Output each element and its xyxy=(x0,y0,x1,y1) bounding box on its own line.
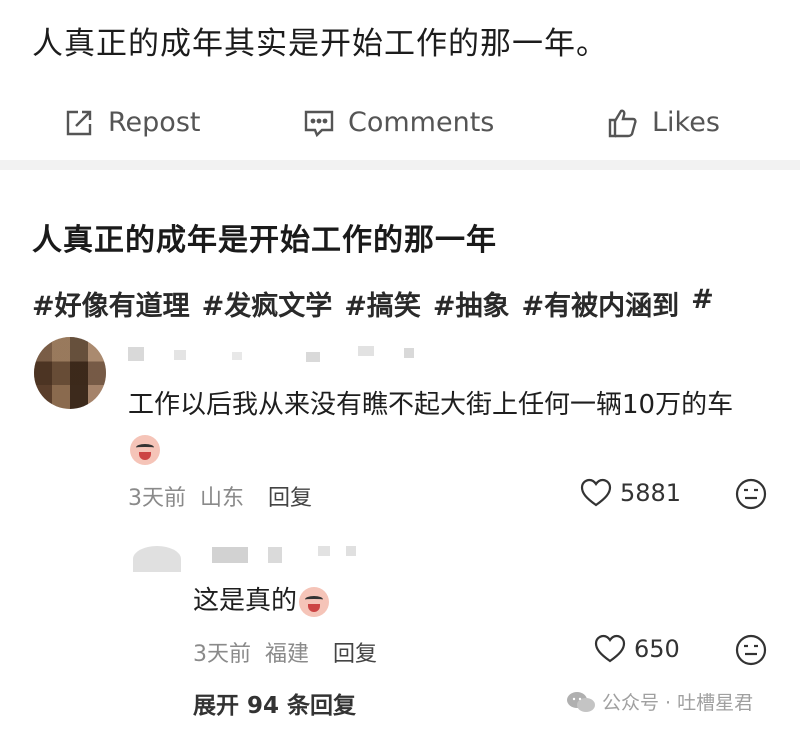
section-divider xyxy=(0,160,800,170)
heart-icon xyxy=(594,634,626,663)
emoji-react-icon[interactable] xyxy=(734,633,768,667)
repost-icon xyxy=(66,110,92,135)
wechat-icon xyxy=(567,691,595,712)
expand-replies-link[interactable]: 展开 94 条回复 xyxy=(193,686,356,720)
emoji-react-icon[interactable] xyxy=(734,477,768,511)
crying-emoji-icon xyxy=(130,434,160,465)
comments-label: Comments xyxy=(348,107,495,138)
hashtag-list: #好像有道理 #发疯文学 #搞笑 #抽象 #有被内涵到 # xyxy=(32,284,714,323)
likes-label: Likes xyxy=(652,107,720,138)
thumbs-up-icon xyxy=(608,109,637,137)
blurred-username xyxy=(232,352,242,360)
reply-button[interactable]: 回复 xyxy=(268,480,312,512)
likes-button[interactable]: Likes xyxy=(606,95,720,150)
post-text: 人真正的成年其实是开始工作的那一年。 xyxy=(32,26,608,62)
comment-location: 山东 xyxy=(200,486,245,511)
comment-icon xyxy=(304,110,334,137)
hashtag[interactable]: #抽象 xyxy=(433,284,510,323)
reply-button[interactable]: 回复 xyxy=(333,636,377,668)
hashtag[interactable]: #搞笑 xyxy=(344,284,421,323)
post-action-bar: Repost Comments Likes xyxy=(0,95,800,150)
like-count: 5881 xyxy=(620,479,682,507)
comments-button[interactable]: Comments xyxy=(302,95,494,150)
blurred-username xyxy=(358,346,374,356)
comment-like-button[interactable]: 5881 xyxy=(580,478,681,508)
repost-button[interactable]: Repost xyxy=(62,95,200,150)
hashtag[interactable]: #好像有道理 xyxy=(32,284,190,323)
reply-avatar[interactable] xyxy=(133,546,181,572)
hashtag[interactable]: #发疯文学 xyxy=(202,284,333,323)
blurred-username xyxy=(318,546,330,556)
blurred-username xyxy=(212,547,248,563)
blurred-username xyxy=(404,348,414,358)
heart-icon xyxy=(580,478,612,507)
watermark-text: 公众号 · 吐槽星君 xyxy=(602,692,754,714)
reply-text-content: 这是真的 xyxy=(193,586,298,616)
reply-like-button[interactable]: 650 xyxy=(594,634,680,664)
crying-emoji-icon xyxy=(299,586,330,617)
hashtag[interactable]: #有被内涵到 xyxy=(522,284,680,323)
like-count: 650 xyxy=(634,635,680,663)
blurred-username xyxy=(268,547,282,563)
reply-text: 这是真的 xyxy=(193,580,330,617)
blurred-username xyxy=(346,546,356,556)
blurred-username xyxy=(128,347,144,361)
comment-text-content: 工作以后我从来没有瞧不起大街上任何一辆10万的车 xyxy=(128,390,734,420)
avatar[interactable] xyxy=(34,337,106,409)
watermark: 公众号 · 吐槽星君 xyxy=(566,688,753,715)
reply-location: 福建 xyxy=(265,642,310,667)
blurred-username xyxy=(306,352,320,362)
quoted-title: 人真正的成年是开始工作的那一年 xyxy=(32,223,497,258)
reply-meta: 3天前 福建 回复 xyxy=(193,636,377,668)
hashtag[interactable]: # xyxy=(691,284,714,323)
reply-time: 3天前 xyxy=(193,642,251,667)
blurred-username xyxy=(174,350,186,360)
comment-meta: 3天前 山东 回复 xyxy=(128,480,312,512)
comment-text: 工作以后我从来没有瞧不起大街上任何一辆10万的车 xyxy=(128,383,748,471)
repost-label: Repost xyxy=(108,107,201,138)
comment-time: 3天前 xyxy=(128,486,186,511)
